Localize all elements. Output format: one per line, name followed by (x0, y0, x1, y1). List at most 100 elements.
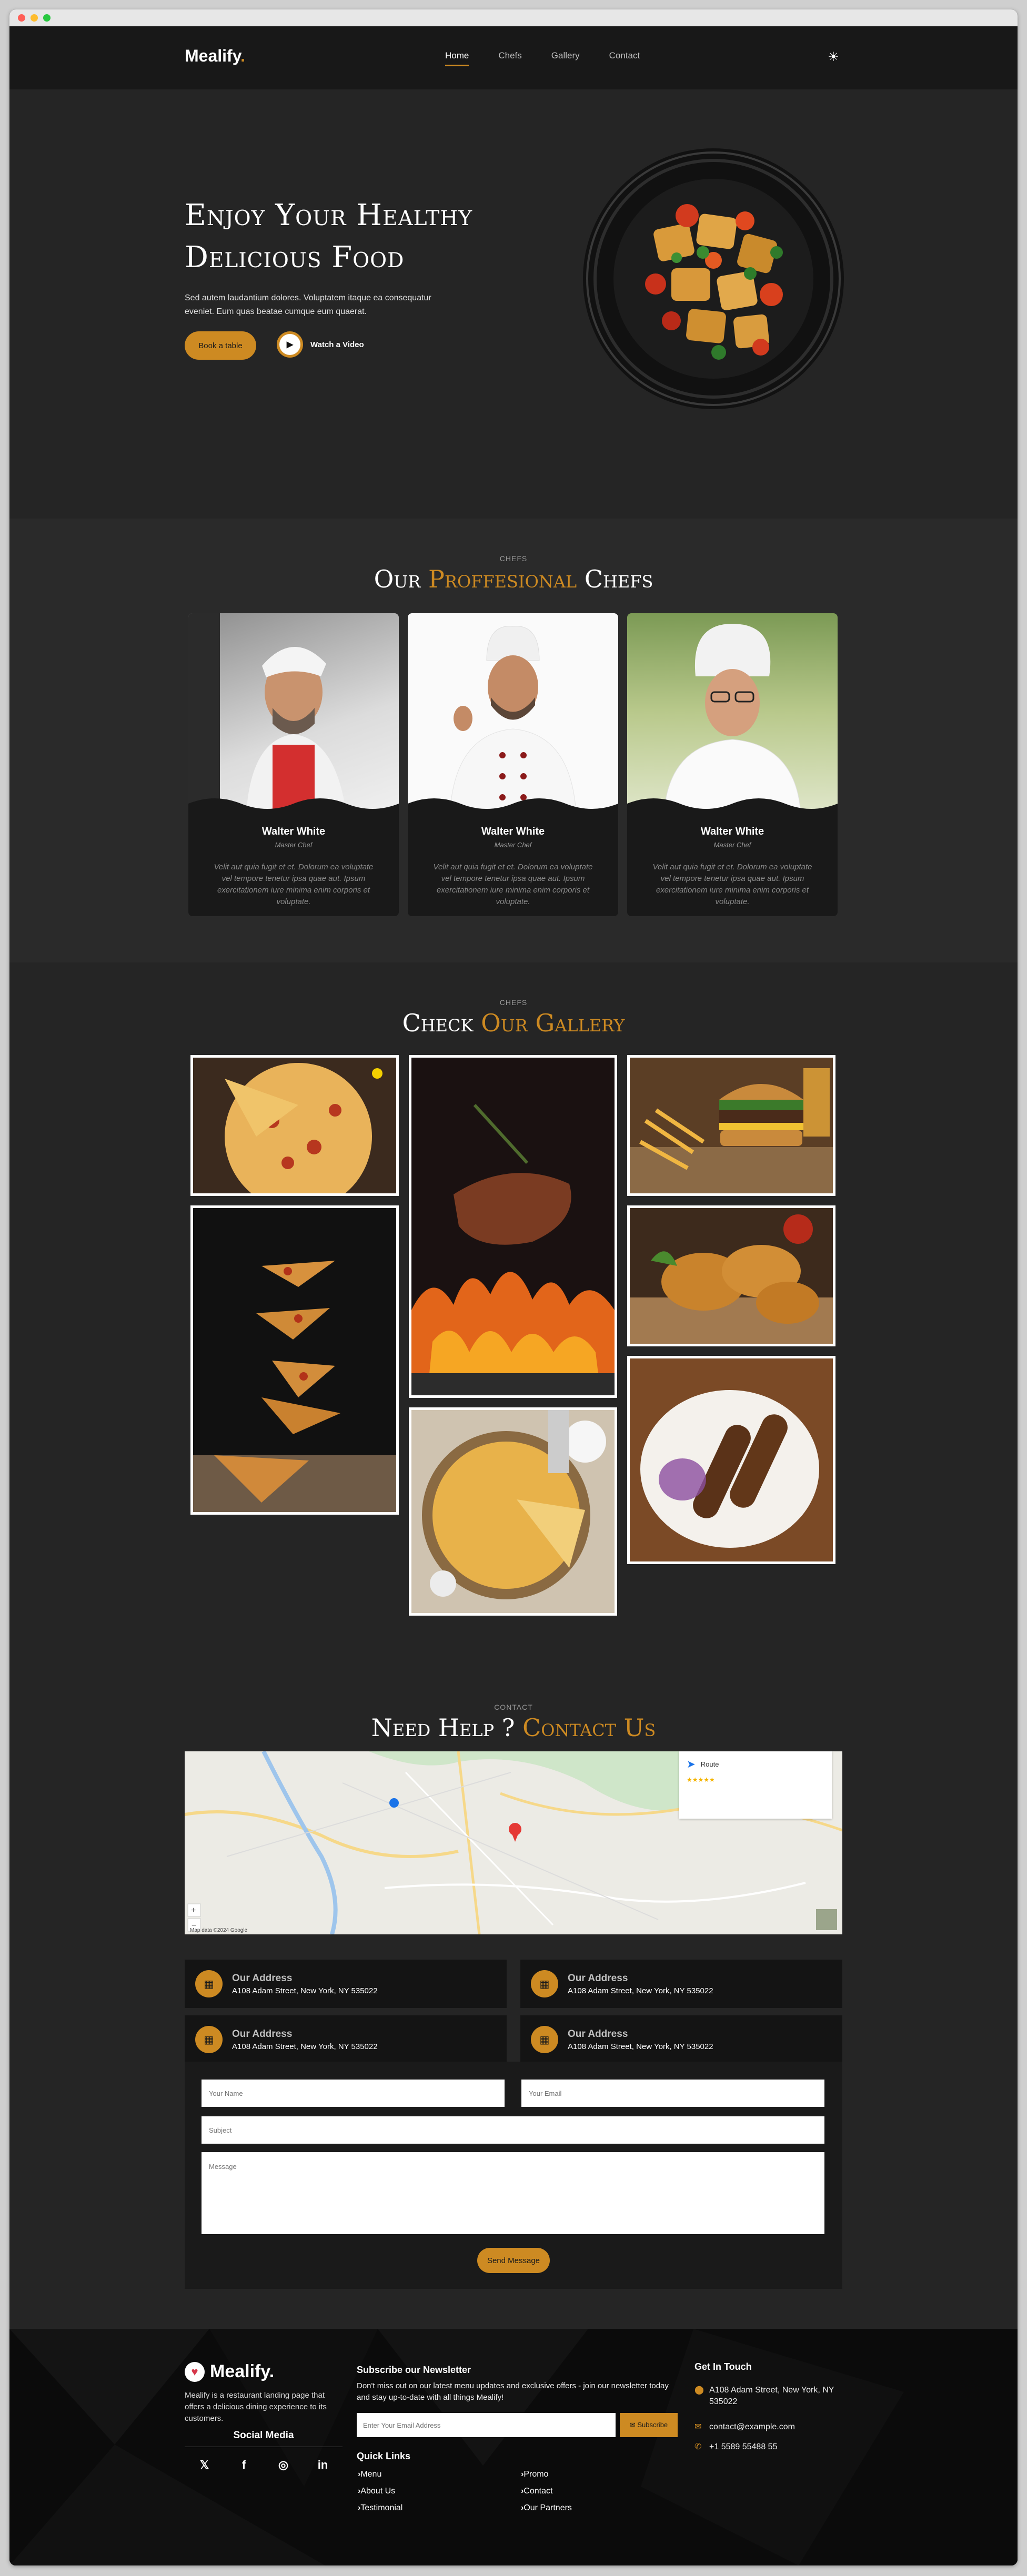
map-rating-stars: ★★★★★ (687, 1776, 715, 1783)
logo-heart-icon: ♥ (185, 2361, 205, 2382)
gallery-image-kebab[interactable] (627, 1356, 835, 1564)
map-icon: ▦ (195, 2026, 223, 2053)
map-attribution: Map data ©2024 Google (190, 1928, 248, 1933)
chef-card[interactable]: Walter White Master Chef Velit aut quia … (188, 613, 399, 916)
minimize-window-button[interactable] (31, 14, 38, 22)
send-message-button[interactable]: Send Message (477, 2248, 550, 2273)
map-icon: ▦ (531, 2026, 558, 2053)
footer-logo[interactable]: ♥ Mealify. (185, 2361, 274, 2382)
newsletter-title: Subscribe our Newsletter (357, 2365, 471, 2375)
facebook-icon[interactable]: f (236, 2458, 252, 2472)
gallery-image-flying-pizza[interactable] (190, 1205, 399, 1515)
chef-name: Walter White (481, 826, 545, 837)
main-nav: Home Chefs Gallery Contact (445, 50, 640, 66)
footer-link-about[interactable]: About Us (358, 2487, 395, 2496)
address-text: A108 Adam Street, New York, NY 535022 (232, 2042, 378, 2051)
address-title: Our Address (232, 1972, 293, 1984)
map-info-box: ➤ Route ★★★★★ (679, 1751, 832, 1819)
gallery-image-burger-fries[interactable] (627, 1055, 835, 1196)
chef-photo (627, 613, 838, 814)
chef-bio: Velit aut quia fugit et et. Dolorum ea v… (214, 863, 374, 906)
directions-icon[interactable]: ➤ (687, 1758, 696, 1771)
chefs-title: Our Proffesional Chefs (374, 565, 653, 593)
map-route-label[interactable]: Route (701, 1760, 719, 1768)
book-table-button[interactable]: Book a table (185, 331, 256, 360)
hero-food-image (583, 148, 844, 409)
location-pin-icon: ⬤ (694, 2386, 704, 2395)
instagram-icon[interactable]: ◎ (276, 2458, 291, 2472)
twitter-icon[interactable]: 𝕏 (197, 2458, 213, 2472)
linkedin-icon[interactable]: in (315, 2458, 331, 2472)
address-title: Our Address (568, 2028, 628, 2040)
watch-video-link[interactable]: ▶ Watch a Video (277, 331, 364, 358)
newsletter-text: Don't miss out on our latest menu update… (357, 2381, 669, 2402)
contact-title: Need Help ? Contact Us (371, 1713, 656, 1742)
browser-window: Mealify. Home Chefs Gallery Contact ☀ En… (9, 9, 1018, 2565)
chef-card[interactable]: Walter White Master Chef Velit aut quia … (627, 613, 838, 916)
footer-description: Mealify is a restaurant landing page tha… (185, 2391, 327, 2423)
contact-form: Send Message (185, 2062, 842, 2289)
contact-section: CONTACT Need Help ? Contact Us + − ➤ Rou… (9, 1666, 1018, 2329)
chef-photo (188, 613, 399, 814)
footer-background (9, 2329, 1018, 2565)
chef-role: Master Chef (275, 841, 313, 849)
subscribe-button[interactable]: ✉ Subscribe (620, 2413, 678, 2437)
chef-card[interactable]: Walter White Master Chef Velit aut quia … (408, 613, 618, 916)
gallery-image-fried-chicken[interactable] (627, 1205, 835, 1346)
gallery-image-grilled-steak[interactable] (409, 1055, 617, 1398)
gallery-subtitle: CHEFS (499, 998, 528, 1007)
site-header: Mealify. Home Chefs Gallery Contact ☀ (9, 26, 1018, 89)
gallery-image-pizza[interactable] (190, 1055, 399, 1196)
footer-link-contact[interactable]: Contact (521, 2487, 552, 2496)
address-title: Our Address (568, 1972, 628, 1984)
address-text: A108 Adam Street, New York, NY 535022 (568, 2042, 713, 2051)
address-text: A108 Adam Street, New York, NY 535022 (568, 1986, 713, 1995)
close-window-button[interactable] (18, 14, 25, 22)
email-field[interactable] (521, 2080, 824, 2107)
envelope-icon: ✉ (694, 2422, 702, 2431)
social-media-title: Social Media (233, 2430, 294, 2441)
footer-email[interactable]: ✉ contact@example.com (694, 2421, 852, 2433)
chef-name: Walter White (261, 826, 326, 837)
nav-item-contact[interactable]: Contact (609, 50, 640, 61)
map-icon: ▦ (531, 1970, 558, 1997)
sun-icon[interactable]: ☀ (826, 49, 841, 64)
address-title: Our Address (232, 2028, 293, 2040)
address-text: A108 Adam Street, New York, NY 535022 (232, 1986, 378, 1995)
chef-bio: Velit aut quia fugit et et. Dolorum ea v… (652, 863, 812, 906)
site-logo[interactable]: Mealify. (185, 46, 245, 66)
chef-role: Master Chef (494, 841, 532, 849)
footer-link-partners[interactable]: Our Partners (521, 2503, 572, 2513)
name-field[interactable] (202, 2080, 505, 2107)
social-links: 𝕏 f ◎ in (185, 2458, 343, 2472)
newsletter-email-input[interactable] (357, 2413, 616, 2437)
address-card: ▦ Our Address A108 Adam Street, New York,… (520, 2015, 842, 2064)
svg-text:+: + (191, 1906, 196, 1915)
location-map[interactable]: + − ➤ Route ★★★★★ Map data ©2024 Google (185, 1751, 842, 1934)
play-icon: ▶ (277, 331, 303, 358)
footer-link-promo[interactable]: Promo (521, 2470, 548, 2479)
gallery-section: CHEFS Check Our Gallery (9, 962, 1018, 1666)
address-card: ▦ Our Address A108 Adam Street, New York,… (185, 1960, 507, 2008)
chef-name: Walter White (700, 826, 764, 837)
site-footer: ♥ Mealify. Mealify is a restaurant landi… (9, 2329, 1018, 2565)
nav-item-gallery[interactable]: Gallery (551, 50, 580, 61)
get-in-touch-title: Get In Touch (694, 2361, 752, 2372)
nav-item-chefs[interactable]: Chefs (498, 50, 521, 61)
chef-role: Master Chef (713, 841, 751, 849)
chefs-section: CHEFS Our Proffesional Chefs Walter Whit… (9, 519, 1018, 962)
nav-item-home[interactable]: Home (445, 50, 469, 66)
footer-phone[interactable]: ✆ +1 5589 55488 55 (694, 2441, 852, 2453)
message-field[interactable] (202, 2152, 824, 2234)
hero-section: Enjoy Your Healthy Delicious Food Sed aut… (9, 89, 1018, 519)
window-titlebar (9, 9, 1018, 26)
address-card: ▦ Our Address A108 Adam Street, New York,… (520, 1960, 842, 2008)
subject-field[interactable] (202, 2116, 824, 2144)
hero-title: Enjoy Your Healthy Delicious Food (185, 198, 473, 275)
contact-subtitle: CONTACT (494, 1703, 533, 1711)
gallery-image-paella[interactable] (409, 1407, 617, 1616)
quick-links-title: Quick Links (357, 2451, 411, 2461)
footer-link-testimonial[interactable]: Testimonial (358, 2503, 402, 2513)
maximize-window-button[interactable] (43, 14, 51, 22)
footer-link-menu[interactable]: Menu (358, 2470, 381, 2479)
